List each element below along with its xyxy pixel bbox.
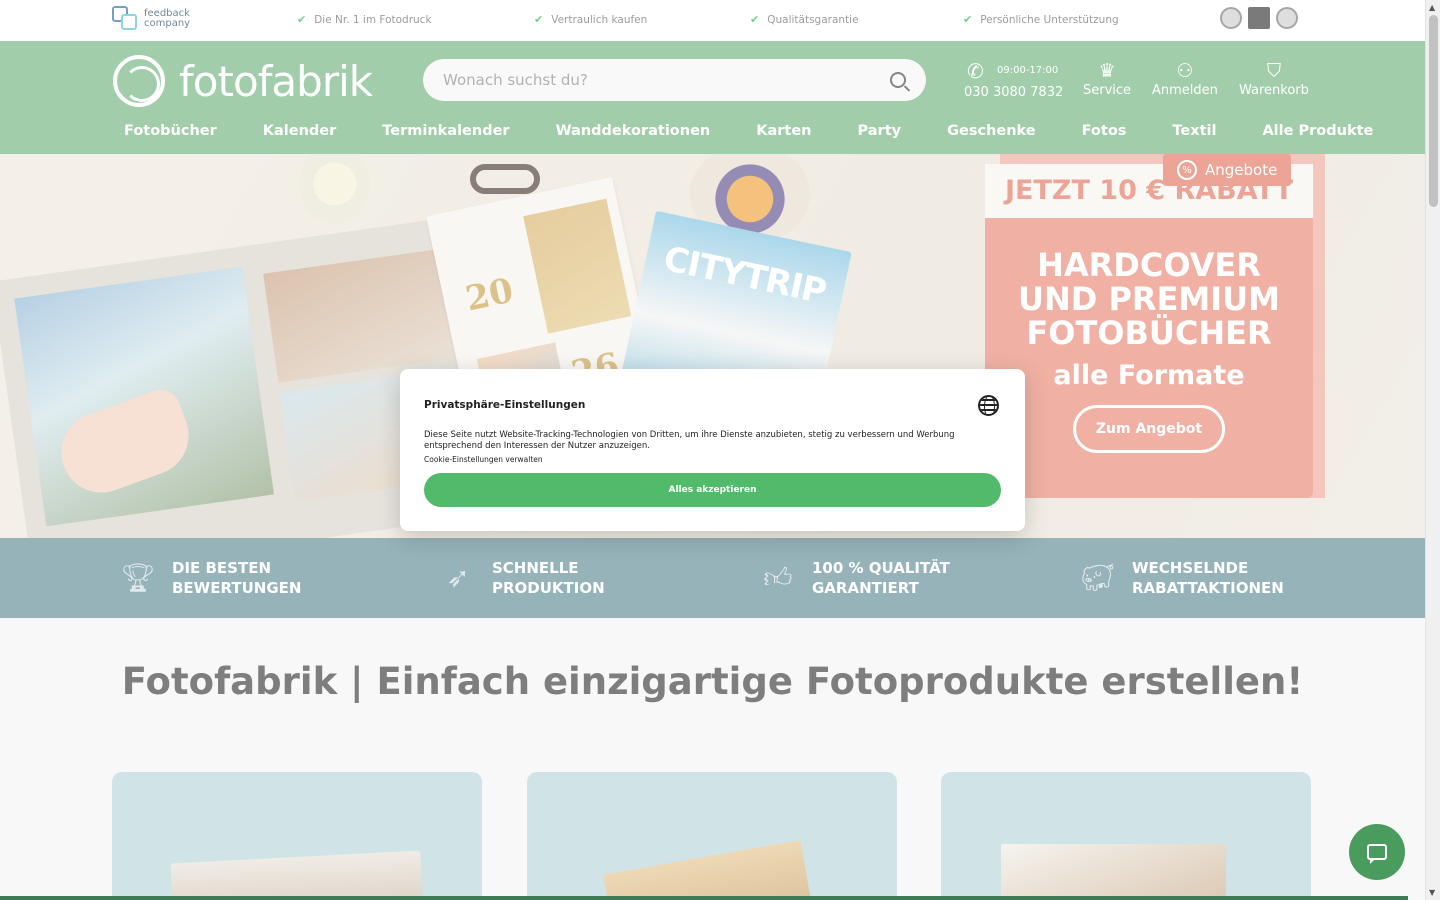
chat-button[interactable] xyxy=(1349,824,1405,880)
dialog-description: Diese Seite nutzt Website-Tracking-Techn… xyxy=(424,430,955,451)
bottom-bar xyxy=(0,896,1408,900)
chat-bubble-icon xyxy=(1367,844,1387,864)
scroll-down-arrow-icon[interactable]: ▼ xyxy=(1429,888,1435,897)
cookie-consent-dialog: Privatsphäre-Einstellungen Diese Seite n… xyxy=(400,369,1025,531)
language-globe-icon[interactable] xyxy=(978,395,999,416)
scrollbar-thumb[interactable] xyxy=(1429,15,1438,207)
manage-cookies-link[interactable]: Cookie-Einstellungen verwalten xyxy=(424,455,543,464)
scroll-up-arrow-icon[interactable]: ▲ xyxy=(1429,3,1435,12)
accept-all-button[interactable]: Alles akzeptieren xyxy=(424,473,1001,507)
vertical-scrollbar[interactable]: ▲ ▼ xyxy=(1425,0,1440,900)
dialog-title: Privatsphäre-Einstellungen xyxy=(424,399,586,411)
